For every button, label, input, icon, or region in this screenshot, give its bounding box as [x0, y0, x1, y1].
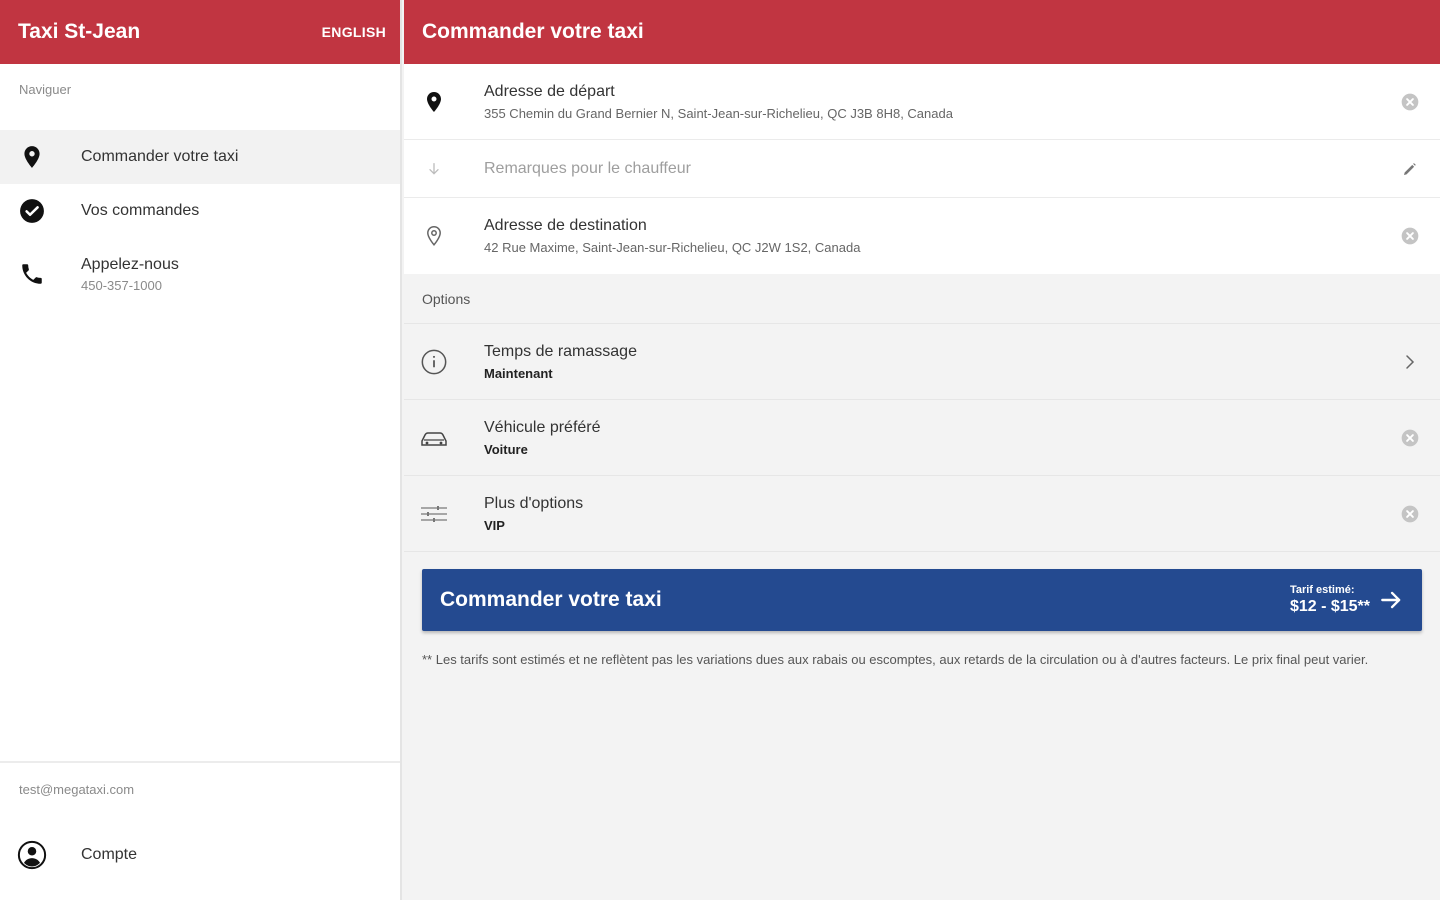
destination-address-value: 42 Rue Maxime, Saint-Jean-sur-Richelieu,…	[484, 240, 861, 255]
clear-icon	[1401, 429, 1419, 446]
account-button[interactable]: Compte	[0, 825, 400, 885]
more-options-option[interactable]: Plus d'options VIP	[404, 476, 1440, 552]
drawer-header: Taxi St-Jean ENGLISH	[0, 0, 400, 64]
nav-item-order-taxi[interactable]: Commander votre taxi	[0, 130, 400, 184]
pickup-time-value: Maintenant	[484, 365, 553, 381]
app-title: Taxi St-Jean	[18, 20, 141, 43]
navigation-drawer: Taxi St-Jean ENGLISH Naviguer Commander …	[0, 0, 402, 900]
location-outline-icon	[404, 223, 484, 249]
page-title: Commander votre taxi	[422, 20, 644, 43]
sliders-icon	[404, 501, 484, 527]
user-email: test@megataxi.com	[19, 782, 135, 797]
clear-pickup-button[interactable]	[1380, 92, 1440, 112]
pickup-address-value: 355 Chemin du Grand Bernier N, Saint-Jea…	[484, 105, 953, 121]
order-taxi-button[interactable]: Commander votre taxi Tarif estimé: $12 -…	[422, 569, 1422, 631]
account-label: Compte	[81, 846, 138, 863]
account-circle-icon	[0, 840, 81, 870]
vehicle-label: Véhicule préféré	[484, 418, 601, 436]
clear-destination-button[interactable]	[1380, 226, 1440, 246]
nav-item-label: Appelez-nous	[81, 255, 179, 273]
more-options-value: VIP	[484, 517, 505, 533]
fare-range: $12 - $15**	[1289, 598, 1370, 615]
pickup-address-label: Adresse de départ	[484, 82, 615, 100]
nav-item-my-orders[interactable]: Vos commandes	[0, 184, 400, 238]
car-icon	[404, 425, 484, 451]
check-circle-icon	[0, 198, 81, 224]
clear-icon	[1401, 93, 1419, 110]
pickup-address-row[interactable]: Adresse de départ 355 Chemin du Grand Be…	[404, 64, 1440, 140]
pencil-icon	[1404, 162, 1416, 175]
info-icon	[404, 348, 484, 376]
destination-address-row[interactable]: Adresse de destination 42 Rue Maxime, Sa…	[404, 198, 1440, 274]
more-options-label: Plus d'options	[484, 494, 584, 512]
main-header: Commander votre taxi	[404, 0, 1440, 64]
options-caption: Options	[404, 274, 1440, 324]
address-card: Adresse de départ 355 Chemin du Grand Be…	[404, 64, 1440, 274]
fare-caption: Tarif estimé:	[1289, 584, 1355, 596]
phone-icon	[0, 261, 81, 287]
clear-icon	[1401, 227, 1419, 245]
pickup-time-option[interactable]: Temps de ramassage Maintenant	[404, 324, 1440, 400]
fare-estimate: Tarif estimé: $12 - $15**	[1290, 584, 1404, 616]
driver-notes-input[interactable]	[484, 159, 1380, 178]
nav-caption: Naviguer	[19, 82, 72, 97]
nav-item-label: Commander votre taxi	[81, 148, 239, 165]
driver-notes-row[interactable]	[404, 140, 1440, 198]
clear-more-options-button[interactable]	[1380, 504, 1440, 524]
clear-vehicle-button[interactable]	[1380, 428, 1440, 448]
vehicle-option[interactable]: Véhicule préféré Voiture	[404, 400, 1440, 476]
pickup-time-label: Temps de ramassage	[484, 342, 637, 360]
destination-address-label: Adresse de destination	[484, 217, 647, 234]
vehicle-value: Voiture	[484, 441, 528, 457]
location-pin-icon	[0, 144, 81, 170]
nav-item-label: Vos commandes	[81, 202, 200, 219]
edit-notes-button[interactable]	[1380, 161, 1440, 177]
language-toggle-button[interactable]: ENGLISH	[322, 24, 386, 40]
arrow-right-icon	[1381, 591, 1401, 609]
clear-icon	[1401, 505, 1419, 522]
chevron-right-icon	[1380, 351, 1440, 373]
phone-number: 450-357-1000	[81, 277, 162, 293]
drawer-footer: test@megataxi.com Compte	[0, 761, 400, 900]
nav-item-call-us[interactable]: Appelez-nous 450-357-1000	[0, 238, 400, 310]
location-pin-icon	[404, 90, 484, 114]
order-button-label: Commander votre taxi	[440, 588, 662, 611]
main-content: Commander votre taxi Adresse de départ 3…	[404, 0, 1440, 900]
arrow-down-icon	[404, 161, 484, 177]
fare-disclaimer: ** Les tarifs sont estimés et ne reflète…	[422, 652, 1369, 667]
